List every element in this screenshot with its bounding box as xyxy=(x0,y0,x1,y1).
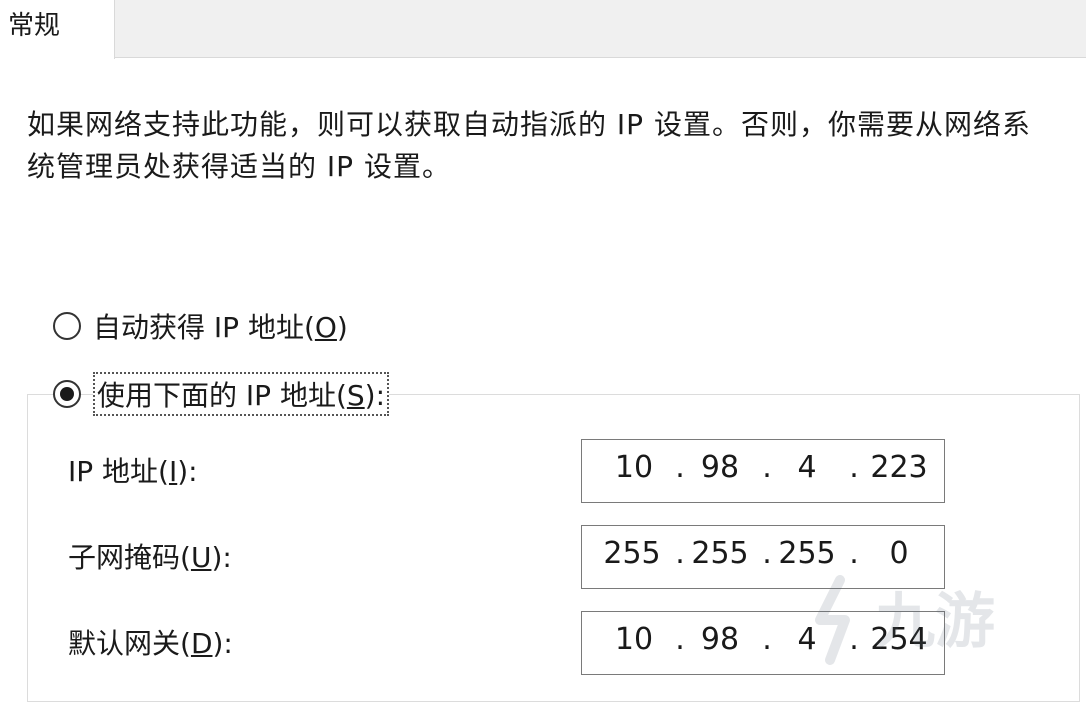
subnet-separator: . xyxy=(762,536,772,571)
subnet-mask-input[interactable]: 255 . 255 . 255 . 0 xyxy=(581,525,945,589)
ip-octet-4[interactable]: 223 xyxy=(869,450,929,485)
subnet-mask-label: 子网掩码(U): xyxy=(68,541,232,574)
tab-strip: 常规 xyxy=(0,0,1086,59)
radio-manual-ip-label: 使用下面的 IP 地址(S): xyxy=(93,372,390,416)
default-gateway-label: 默认网关(D): xyxy=(68,627,233,660)
subnet-octet-3[interactable]: 255 xyxy=(777,536,837,571)
ip-separator: . xyxy=(762,450,772,485)
subnet-separator: . xyxy=(675,536,685,571)
ip-separator: . xyxy=(675,450,685,485)
radio-button-checked[interactable] xyxy=(53,380,81,408)
gateway-octet-2[interactable]: 98 xyxy=(690,622,750,657)
gateway-octet-3[interactable]: 4 xyxy=(777,622,837,657)
description-text: 如果网络支持此功能，则可以获取自动指派的 IP 设置。否则，你需要从网络系统管理… xyxy=(27,108,1031,183)
ip-address-input[interactable]: 10 . 98 . 4 . 223 xyxy=(581,439,945,503)
subnet-separator: . xyxy=(849,536,859,571)
subnet-octet-4[interactable]: 0 xyxy=(869,536,929,571)
ip-octet-3[interactable]: 4 xyxy=(777,450,837,485)
subnet-octet-1[interactable]: 255 xyxy=(602,536,662,571)
gateway-separator: . xyxy=(675,622,685,657)
gateway-octet-4[interactable]: 254 xyxy=(869,622,929,657)
ip-address-label: IP 地址(I): xyxy=(68,455,198,488)
gateway-octet-1[interactable]: 10 xyxy=(604,622,664,657)
ip-separator: . xyxy=(849,450,859,485)
gateway-separator: . xyxy=(849,622,859,657)
gateway-separator: . xyxy=(762,622,772,657)
default-gateway-input[interactable]: 10 . 98 . 4 . 254 xyxy=(581,611,945,675)
subnet-octet-2[interactable]: 255 xyxy=(690,536,750,571)
radio-button-unchecked[interactable] xyxy=(53,312,81,340)
radio-auto-ip[interactable]: 自动获得 IP 地址(O) xyxy=(53,306,348,346)
ip-octet-1[interactable]: 10 xyxy=(604,450,664,485)
tab-general[interactable]: 常规 xyxy=(0,0,115,59)
ip-octet-2[interactable]: 98 xyxy=(690,450,750,485)
radio-manual-ip[interactable]: 使用下面的 IP 地址(S): xyxy=(53,372,390,416)
radio-auto-ip-label: 自动获得 IP 地址(O) xyxy=(93,311,348,344)
